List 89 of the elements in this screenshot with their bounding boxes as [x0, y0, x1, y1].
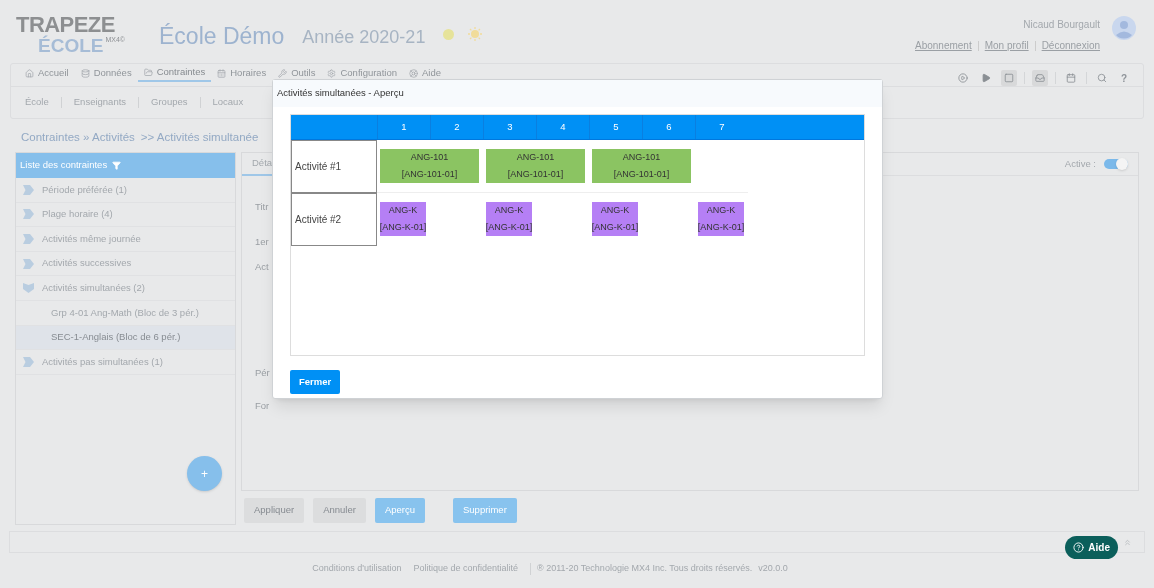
field-label: 1er — [255, 235, 269, 250]
period-header: 6 — [642, 115, 695, 139]
breadcrumb-current: >> Activités simultanée — [140, 129, 259, 145]
submenu-item[interactable]: Enseignants — [73, 95, 127, 110]
avatar-icon[interactable] — [1112, 16, 1136, 40]
database-icon — [80, 68, 90, 78]
menu-tab[interactable]: Aide — [402, 64, 447, 82]
menu-tab[interactable]: Horaires — [211, 64, 273, 82]
activity-code: ANG-K — [600, 204, 630, 217]
chevron-icon[interactable] — [23, 209, 34, 220]
header-link[interactable]: Abonnement — [915, 38, 972, 53]
tree-item[interactable]: Activités simultanées (2) — [16, 276, 235, 301]
field-label: Pér — [255, 365, 270, 380]
gear-icon — [327, 68, 337, 78]
tree-item[interactable]: Activités pas simultanées (1) — [16, 350, 235, 375]
activity-code: ANG-101 — [516, 151, 555, 164]
user-name: Nicaud Bourgault — [1023, 18, 1100, 32]
dialog-title: Activités simultanées - Aperçu — [277, 86, 404, 101]
menu-tab[interactable]: Configuration — [321, 64, 403, 82]
period-header: 3 — [483, 115, 536, 139]
collapse-icon[interactable] — [1123, 537, 1132, 547]
period-header: 2 — [430, 115, 483, 139]
activity-group: [ANG-K-01] — [591, 219, 639, 236]
wrench-icon — [278, 68, 288, 78]
field-label: Titr — [255, 200, 269, 214]
chevron-icon[interactable] — [23, 258, 34, 269]
panel-title: Liste des contraintes — [20, 158, 108, 173]
shield-icon[interactable] — [23, 283, 34, 294]
calendar-icon — [217, 68, 227, 78]
period-header: 4 — [536, 115, 589, 139]
submenu-item[interactable]: Locaux — [212, 95, 244, 110]
activity-code: ANG-101 — [410, 151, 449, 164]
tree-item[interactable]: Période préférée (1) — [16, 178, 235, 203]
activity-group: [ANG-K-01] — [485, 219, 533, 236]
chevron-icon[interactable] — [23, 356, 34, 367]
field-label: Act — [255, 259, 269, 274]
add-button[interactable]: + — [187, 456, 222, 491]
menu-tab[interactable]: Contraintes — [137, 64, 212, 82]
tree-child-item[interactable]: Grp 4-01 Ang-Math (Bloc de 3 pér.) — [16, 300, 235, 326]
activity-code: ANG-K — [388, 204, 418, 217]
submenu-item[interactable]: Groupes — [151, 95, 188, 110]
period-header: 5 — [589, 115, 642, 139]
filter-icon[interactable] — [112, 161, 122, 170]
submenu-item[interactable]: École — [25, 95, 49, 110]
chevron-icon[interactable] — [23, 234, 34, 244]
active-label: Active : — [1064, 156, 1096, 171]
school-name: École Démo — [159, 22, 285, 51]
activity-group: [ANG-101-01] — [507, 166, 564, 183]
home-icon — [25, 68, 34, 78]
activity-group: [ANG-101-01] — [401, 166, 458, 183]
tray-icon[interactable] — [1031, 70, 1048, 86]
header-link[interactable]: Mon profil — [984, 38, 1029, 53]
breadcrumb[interactable]: Contraintes » Activités — [21, 128, 135, 147]
period-header: 7 — [695, 115, 748, 139]
activity-group: [ANG-K-01] — [379, 219, 427, 236]
help-icon — [1073, 542, 1085, 553]
tree-item[interactable]: Activités successives — [16, 251, 235, 277]
row-label: Activité #1 — [291, 140, 377, 193]
sun-icon[interactable] — [468, 27, 483, 41]
action-button[interactable]: Aperçu — [374, 498, 425, 523]
close-button[interactable]: Fermer — [290, 370, 341, 395]
period-header: 1 — [377, 115, 430, 139]
footer-link[interactable]: Conditions d'utilisation — [312, 562, 402, 576]
lifebuoy-icon — [408, 68, 418, 78]
help-button[interactable]: ? — [1116, 70, 1131, 86]
row-label: Activité #2 — [291, 193, 377, 246]
version: v20.0.0 — [758, 562, 788, 576]
chevron-icon[interactable] — [23, 184, 34, 195]
tree-child-item[interactable]: SEC-1-Anglais (Bloc de 6 pér.) — [16, 325, 235, 351]
help-chat-button[interactable]: Aide — [1065, 536, 1118, 559]
folder-icon — [143, 67, 153, 77]
stop-icon[interactable] — [1000, 70, 1017, 86]
header-link[interactable]: Déconnexion — [1041, 38, 1100, 53]
action-button[interactable]: Supprimer — [453, 498, 517, 523]
menu-tab[interactable]: Outils — [272, 64, 322, 82]
active-toggle[interactable] — [1104, 159, 1128, 169]
menu-tab[interactable]: Accueil — [19, 64, 75, 82]
moon-icon[interactable] — [443, 29, 455, 40]
menu-tab[interactable]: Données — [74, 64, 138, 82]
school-year: Année 2020-21 — [302, 26, 426, 49]
activity-code: ANG-K — [706, 204, 736, 217]
footer-link[interactable]: Politique de confidentialité — [413, 562, 519, 576]
tree-item[interactable]: Plage horaire (4) — [16, 202, 235, 228]
activity-group: [ANG-K-01] — [697, 219, 745, 236]
activity-code: ANG-101 — [622, 151, 661, 164]
field-label: For — [255, 399, 270, 413]
activity-code: ANG-K — [494, 204, 524, 217]
tree-item[interactable]: Activités même journée — [16, 227, 235, 252]
activity-group: [ANG-101-01] — [613, 166, 670, 183]
